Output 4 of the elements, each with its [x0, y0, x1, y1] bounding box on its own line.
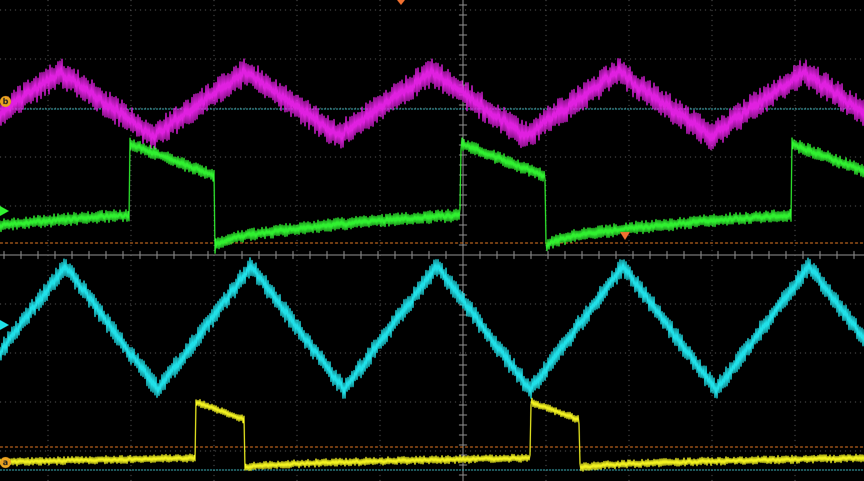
- channel-marker-icon[interactable]: [0, 206, 9, 216]
- trigger-level-icon[interactable]: [620, 232, 630, 240]
- trigger-position-icon[interactable]: [397, 0, 405, 5]
- channel-marker-icon[interactable]: [0, 320, 9, 330]
